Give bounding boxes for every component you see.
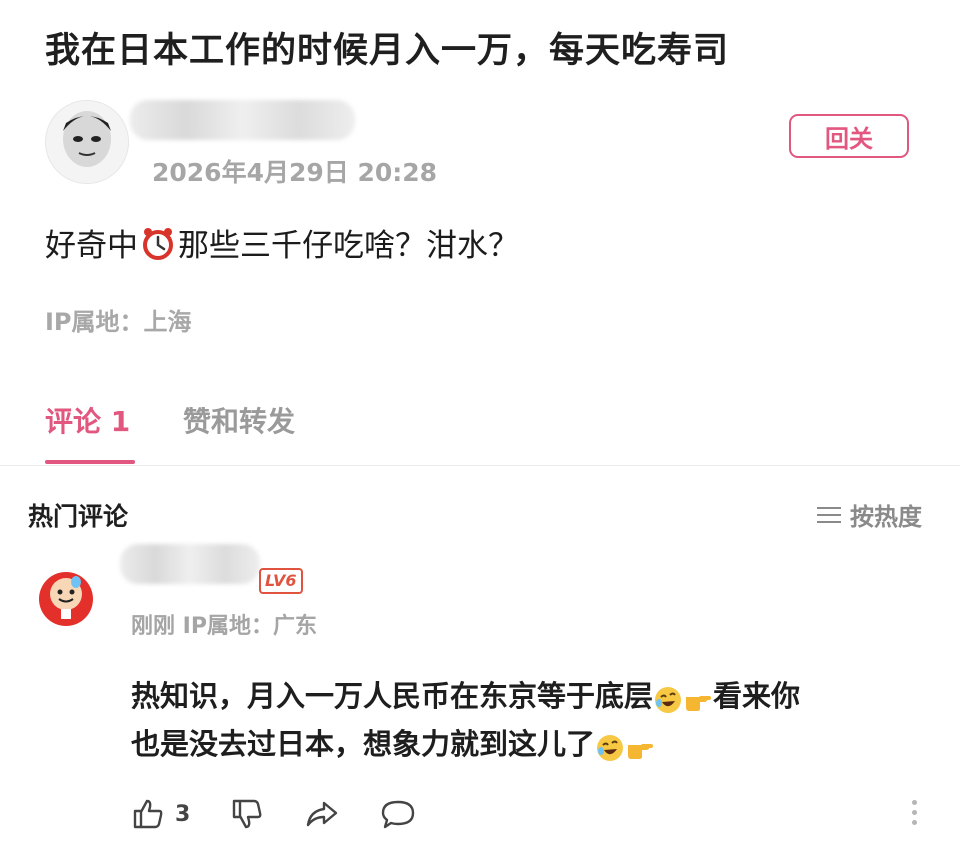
comment-text: 热知识，月入一万人民币在东京等于底层 看来你 也是没去过日本，想象力就到这儿了 [131, 672, 931, 768]
like-button[interactable]: 3 [131, 797, 190, 831]
comment-meta: 刚刚 IP属地：广东 [131, 614, 317, 639]
divider [0, 465, 960, 466]
pointing-right-icon [683, 681, 713, 711]
share-icon [304, 797, 340, 831]
sort-label: 按热度 [850, 503, 922, 531]
tab-likes-reposts[interactable]: 赞和转发 [183, 400, 295, 440]
post-body: 好奇中 那些三千仔吃啥？泔水？ [45, 220, 519, 265]
dislike-button[interactable] [230, 797, 264, 831]
post-body-text-end: 那些三千仔吃啥？泔水？ [178, 228, 519, 264]
post-title: 我在日本工作的时候月入一万，每天吃寿司 [45, 31, 730, 71]
alarm-clock-icon [140, 225, 176, 261]
comment-line-1-text: 热知识，月入一万人民币在东京等于底层 [131, 679, 654, 713]
comment-line-1-tail: 看来你 [713, 679, 801, 713]
hot-comments-title: 热门评论 [28, 502, 129, 531]
pointing-right-icon [625, 729, 655, 759]
like-count: 3 [175, 801, 191, 827]
comment-line-2: 也是没去过日本，想象力就到这儿了 [131, 720, 931, 768]
reply-button[interactable] [380, 797, 416, 831]
author-name-blurred[interactable] [130, 100, 355, 140]
comment-line-2-text: 也是没去过日本，想象力就到这儿了 [131, 727, 596, 761]
comment-line-1: 热知识，月入一万人民币在东京等于底层 看来你 [131, 672, 931, 720]
comment-icon [380, 797, 416, 831]
rofl-emoji-icon [595, 729, 625, 761]
thumbs-down-icon [230, 797, 264, 831]
comment-actions: 3 [131, 797, 456, 831]
sort-icon [816, 504, 842, 526]
share-button[interactable] [304, 797, 340, 831]
post-timestamp: 2026年4月29日 20:28 [152, 158, 438, 187]
rofl-emoji-icon [653, 681, 683, 713]
tab-comments[interactable]: 评论 1 [45, 400, 130, 440]
thumbs-up-icon [131, 797, 165, 831]
commenter-name-blurred[interactable] [120, 544, 260, 584]
post-body-text-start: 好奇中 [45, 228, 138, 264]
author-avatar[interactable] [45, 100, 129, 184]
commenter-avatar[interactable] [36, 567, 96, 627]
level-badge: LV6 [259, 568, 303, 594]
post-ip-location: IP属地：上海 [45, 308, 192, 336]
active-tab-indicator [45, 460, 135, 464]
sort-button[interactable]: 按热度 [816, 497, 922, 532]
follow-back-button[interactable]: 回关 [789, 114, 909, 158]
more-icon[interactable] [912, 800, 917, 825]
